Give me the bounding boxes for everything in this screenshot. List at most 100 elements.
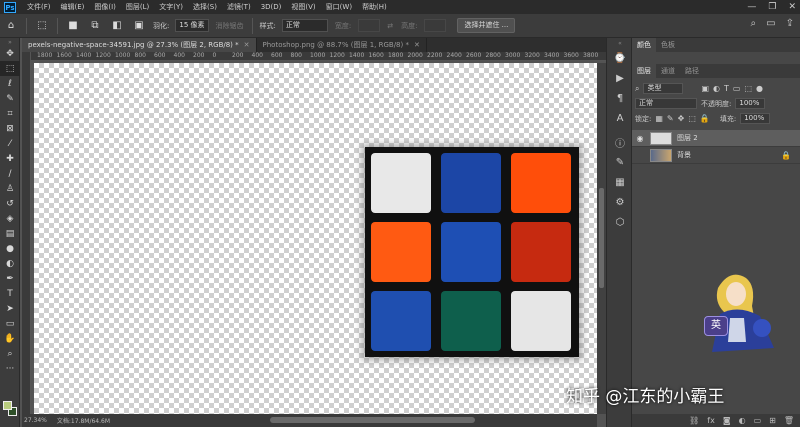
swap-icon[interactable]: ⇄: [387, 22, 393, 30]
layer-filter-select[interactable]: 类型: [643, 83, 684, 94]
type-tool-icon[interactable]: T: [0, 286, 20, 301]
tab-pexels-document[interactable]: pexels-negative-space-34591.jpg @ 27.3% …: [22, 38, 257, 52]
close-icon[interactable]: ✕: [244, 38, 250, 52]
dodge-tool-icon[interactable]: ◐: [0, 256, 20, 271]
color-swatches[interactable]: [2, 398, 18, 420]
new-group-icon[interactable]: ▭: [754, 416, 762, 425]
minimize-button[interactable]: —: [747, 0, 756, 14]
blend-mode-select[interactable]: 正常: [635, 98, 697, 109]
menu-layer[interactable]: 图层(L): [126, 2, 149, 12]
eyedropper-tool-icon[interactable]: ⁄: [0, 136, 20, 151]
lock-transparent-icon[interactable]: ▦: [655, 114, 663, 123]
smart-object-filter-icon[interactable]: ⬚: [744, 84, 752, 93]
menu-3d[interactable]: 3D(D): [261, 3, 282, 11]
foreground-color-swatch[interactable]: [3, 401, 12, 410]
close-button[interactable]: ✕: [788, 0, 796, 14]
tab-photoshop-document[interactable]: Photoshop.png @ 88.7% (图层 1, RGB/8) * ✕: [257, 38, 427, 52]
search-icon[interactable]: ⌕: [751, 18, 757, 29]
lock-all-icon[interactable]: 🔒: [700, 114, 710, 123]
actions-panel-icon[interactable]: ▶: [607, 68, 633, 88]
crop-tool-icon[interactable]: ⌗: [0, 106, 20, 121]
more-tools-icon[interactable]: ···: [0, 361, 20, 376]
menu-file[interactable]: 文件(F): [27, 2, 51, 12]
zoom-level[interactable]: 27.34%: [24, 417, 47, 424]
gradient-tool-icon[interactable]: ▤: [0, 226, 20, 241]
history-panel-icon[interactable]: ⌚: [607, 48, 633, 68]
eye-icon[interactable]: ◉: [635, 134, 645, 143]
select-and-mask-button[interactable]: 选择并遮住 ...: [457, 18, 516, 33]
brush-panel-icon[interactable]: ✎: [607, 152, 633, 172]
width-input[interactable]: [358, 19, 381, 32]
lock-position-icon[interactable]: ✥: [678, 114, 685, 123]
feather-input[interactable]: 15 像素: [175, 19, 209, 32]
menu-select[interactable]: 选择(S): [193, 2, 217, 12]
style-select[interactable]: 正常: [281, 19, 328, 32]
trash-icon[interactable]: 🗑: [784, 416, 794, 425]
document-size[interactable]: 文档:17.8M/64.6M: [57, 416, 110, 425]
collapse-icon[interactable]: »: [0, 38, 20, 46]
scroll-thumb[interactable]: [270, 417, 475, 423]
share-icon[interactable]: ⇪: [786, 18, 794, 29]
tab-color[interactable]: 颜色: [632, 38, 656, 52]
workspace-icon[interactable]: ▭: [766, 18, 775, 29]
menu-filter[interactable]: 滤镜(T): [227, 2, 251, 12]
menu-type[interactable]: 文字(Y): [159, 2, 183, 12]
eraser-tool-icon[interactable]: ◈: [0, 211, 20, 226]
shape-filter-icon[interactable]: ▭: [733, 84, 741, 93]
healing-tool-icon[interactable]: ✚: [0, 151, 20, 166]
vertical-ruler[interactable]: [22, 52, 31, 414]
layer-name[interactable]: 图层 2: [677, 133, 797, 143]
new-layer-icon[interactable]: ⊞: [769, 416, 776, 425]
close-icon[interactable]: ✕: [414, 38, 420, 52]
tab-layers[interactable]: 图层: [632, 64, 656, 78]
height-input[interactable]: [424, 19, 447, 32]
info-panel-icon[interactable]: ⓘ: [607, 132, 633, 152]
stamp-tool-icon[interactable]: ♙: [0, 181, 20, 196]
ime-indicator[interactable]: 英: [704, 316, 728, 336]
brush-tool-icon[interactable]: ∕: [0, 166, 20, 181]
tab-paths[interactable]: 路径: [680, 64, 704, 78]
link-layers-icon[interactable]: ⛓: [689, 416, 699, 425]
fill-input[interactable]: 100%: [740, 113, 771, 124]
layer-name[interactable]: 背景: [677, 150, 776, 160]
move-tool-icon[interactable]: ✥: [0, 46, 20, 61]
marquee-preset-icon[interactable]: ⬚: [34, 18, 50, 34]
lock-image-icon[interactable]: ✎: [667, 114, 674, 123]
pen-tool-icon[interactable]: ✒: [0, 271, 20, 286]
horizontal-ruler[interactable]: 1800 1600 1400 1200 1000 800 600 400 200 0 200 400 6…: [31, 52, 606, 61]
properties-panel-icon[interactable]: ⚙: [607, 192, 633, 212]
cube-panel-icon[interactable]: ⬡: [607, 212, 633, 232]
shape-tool-icon[interactable]: ▭: [0, 316, 20, 331]
image-filter-icon[interactable]: ▣: [701, 84, 709, 93]
tab-channels[interactable]: 通道: [656, 64, 680, 78]
type-filter-icon[interactable]: T: [724, 84, 729, 93]
layer-row[interactable]: ◉ 图层 2: [632, 130, 800, 147]
layer-style-icon[interactable]: fx: [707, 416, 715, 425]
frame-tool-icon[interactable]: ⊠: [0, 121, 20, 136]
swatches-panel-icon[interactable]: ▦: [607, 172, 633, 192]
add-mask-icon[interactable]: ◙: [723, 416, 731, 425]
blur-tool-icon[interactable]: ●: [0, 241, 20, 256]
tab-swatches[interactable]: 色板: [656, 38, 680, 52]
lock-artboard-icon[interactable]: ⬚: [688, 114, 696, 123]
character-panel-icon[interactable]: A: [607, 108, 633, 128]
layer-row[interactable]: 背景 🔒: [632, 147, 800, 164]
subtract-selection-icon[interactable]: ◧: [109, 18, 125, 34]
menu-view[interactable]: 视图(V): [291, 2, 315, 12]
adjustment-layer-icon[interactable]: ◐: [739, 416, 746, 425]
lasso-tool-icon[interactable]: ℓ: [0, 76, 20, 91]
menu-edit[interactable]: 编辑(E): [61, 2, 85, 12]
add-selection-icon[interactable]: ⧉: [87, 18, 103, 34]
filter-toggle-icon[interactable]: ●: [756, 84, 763, 93]
path-select-tool-icon[interactable]: ➤: [0, 301, 20, 316]
menu-image[interactable]: 图像(I): [94, 2, 116, 12]
quick-select-tool-icon[interactable]: ✎: [0, 91, 20, 106]
menu-window[interactable]: 窗口(W): [326, 2, 352, 12]
menu-help[interactable]: 帮助(H): [362, 2, 387, 12]
marquee-tool-icon[interactable]: ⬚: [0, 61, 20, 76]
intersect-selection-icon[interactable]: ▣: [131, 18, 147, 34]
adjustment-filter-icon[interactable]: ◐: [713, 84, 720, 93]
opacity-input[interactable]: 100%: [735, 98, 766, 109]
vertical-scrollbar[interactable]: [597, 63, 606, 414]
zoom-tool-icon[interactable]: ⌕: [0, 346, 20, 361]
